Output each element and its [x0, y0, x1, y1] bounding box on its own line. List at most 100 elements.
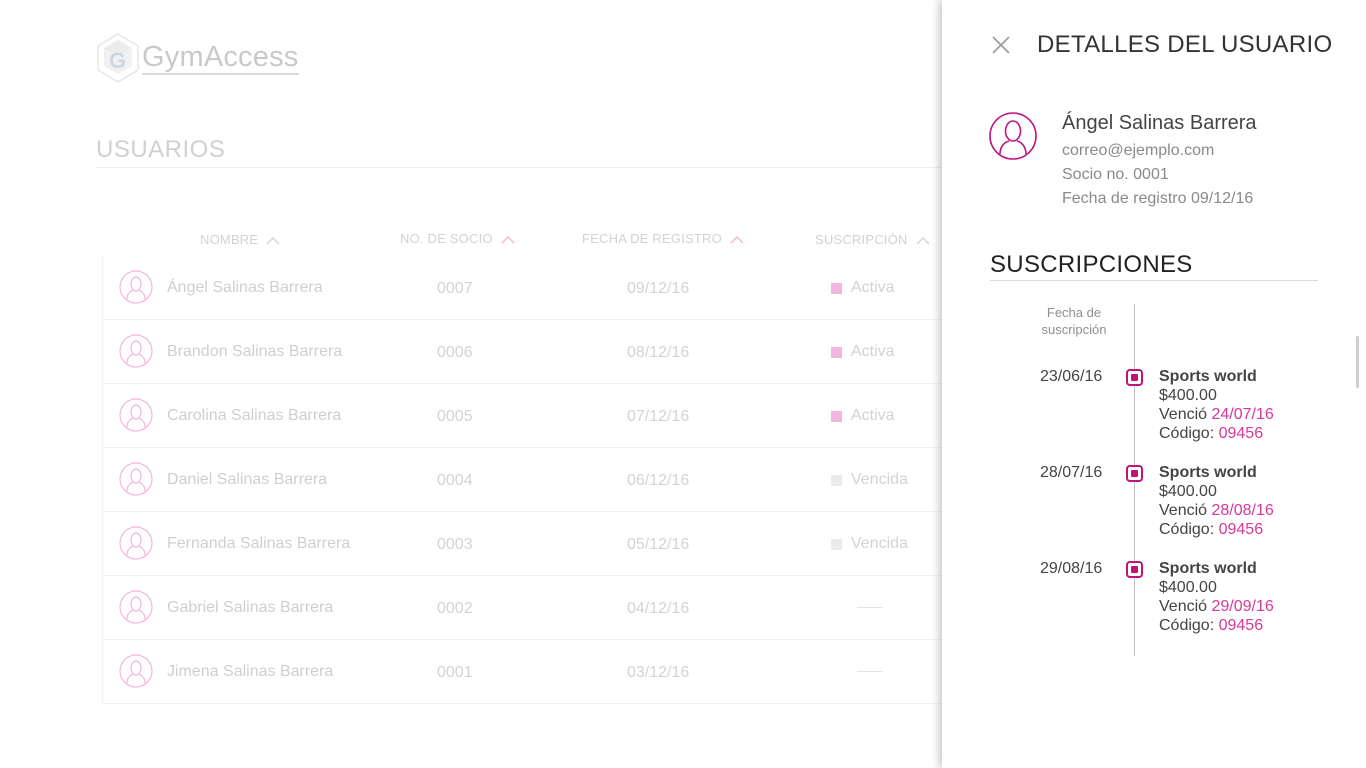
- logo-text: GymAccess: [142, 40, 299, 75]
- registration-date: 05/12/16: [627, 536, 690, 553]
- close-icon[interactable]: [990, 34, 1012, 56]
- status-square-icon: [831, 410, 842, 422]
- column-header-label: NO. DE SOCIO: [400, 231, 493, 246]
- expiry-label: Venció: [1159, 406, 1208, 423]
- expiry-date: 24/07/16: [1211, 406, 1274, 423]
- table-row[interactable]: Daniel Salinas Barrera 0004 06/12/16 Vencid…: [103, 448, 963, 512]
- logo[interactable]: G GymAccess: [96, 32, 299, 84]
- registration-date: 09/12/16: [627, 280, 690, 297]
- subscription-date: 29/08/16: [1040, 560, 1103, 577]
- subscriptions-title: SUSCRIPCIONES: [990, 251, 1193, 278]
- user-name: Ángel Salinas Barrera: [167, 279, 323, 296]
- registration-date: 08/12/16: [627, 344, 690, 361]
- table-row[interactable]: Carolina Salinas Barrera 0005 07/12/16 Acti…: [103, 384, 963, 448]
- status-label: Activa: [851, 407, 895, 424]
- status-square-icon: [831, 474, 842, 486]
- table-row[interactable]: Fernanda Salinas Barrera 0003 05/12/16 Venc…: [103, 512, 963, 576]
- table-row[interactable]: Brandon Salinas Barrera 0006 08/12/16 Activ…: [103, 320, 963, 384]
- timeline-marker-icon: [1126, 369, 1143, 386]
- user-avatar-icon: [119, 398, 153, 432]
- timeline-marker-icon: [1126, 561, 1143, 578]
- sort-ascending-icon: [266, 236, 280, 245]
- user-name: Gabriel Salinas Barrera: [167, 599, 334, 616]
- status-label: Activa: [851, 343, 895, 360]
- column-header-suscripcion[interactable]: SUSCRIPCIÓN: [815, 232, 930, 247]
- column-header-no-socio[interactable]: NO. DE SOCIO: [400, 231, 515, 246]
- registration-date: 04/12/16: [627, 600, 690, 617]
- table-row[interactable]: Ángel Salinas Barrera 0007 09/12/16 Activa: [103, 256, 963, 320]
- user-name: Carolina Salinas Barrera: [167, 407, 342, 424]
- app-root: G GymAccess USUARIOS NOMBRE NO. DE SOCIO…: [0, 0, 1366, 768]
- registration-date: 03/12/16: [627, 664, 690, 681]
- subscription-price: $400.00: [1159, 387, 1217, 404]
- timeline-header: Fecha de suscripción: [1034, 304, 1114, 338]
- drawer-title: DETALLES DEL USUARIO: [1037, 31, 1333, 58]
- code-line: Código: 09456: [1159, 617, 1263, 635]
- gym-name: Sports world: [1159, 464, 1257, 481]
- status-square-icon: [831, 282, 842, 294]
- column-header-fecha-registro[interactable]: FECHA DE REGISTRO: [582, 231, 744, 246]
- code-label: Código:: [1159, 521, 1215, 538]
- gym-name: Sports world: [1159, 368, 1257, 385]
- timeline-header-line: suscripción: [1041, 322, 1107, 337]
- scrollbar[interactable]: [1356, 336, 1359, 388]
- code-value: 09456: [1218, 617, 1264, 634]
- subscription-price: $400.00: [1159, 579, 1217, 596]
- column-header-label: SUSCRIPCIÓN: [815, 232, 908, 247]
- user-avatar-icon: [119, 270, 153, 304]
- member-number: 0006: [437, 344, 473, 361]
- subscription-date: 23/06/16: [1040, 368, 1103, 385]
- member-number: 0004: [437, 472, 473, 489]
- sort-ascending-icon: [730, 235, 744, 244]
- subscription-status: Activa: [831, 407, 895, 425]
- status-label: Vencida: [851, 471, 908, 488]
- subscription-entry: 23/06/16 Sports world $400.00 Venció 24/07/…: [942, 368, 1366, 448]
- subscription-entry: 29/08/16 Sports world $400.00 Venció 29/09/…: [942, 560, 1366, 640]
- sort-ascending-icon: [915, 236, 930, 245]
- subscription-status: Activa: [831, 279, 895, 297]
- expiry-date: 28/08/16: [1211, 502, 1274, 519]
- expiry-line: Venció 29/09/16: [1159, 598, 1274, 616]
- user-avatar-icon: [119, 654, 153, 688]
- expiry-line: Venció 28/08/16: [1159, 502, 1274, 520]
- code-label: Código:: [1159, 617, 1215, 634]
- table-row[interactable]: Gabriel Salinas Barrera 0002 04/12/16: [103, 576, 963, 640]
- user-avatar-icon: [119, 590, 153, 624]
- code-value: 09456: [1218, 521, 1264, 538]
- user-name: Brandon Salinas Barrera: [167, 343, 343, 360]
- user-details-drawer: DETALLES DEL USUARIO Ángel Salinas Barre…: [942, 0, 1366, 768]
- user-avatar-icon: [119, 526, 153, 560]
- subscription-price: $400.00: [1159, 483, 1217, 500]
- member-number: 0002: [437, 600, 473, 617]
- member-number: 0003: [437, 536, 473, 553]
- status-square-icon: [831, 538, 842, 550]
- expiry-line: Venció 24/07/16: [1159, 406, 1274, 424]
- user-avatar-icon: [119, 462, 153, 496]
- profile-name: Ángel Salinas Barrera: [1062, 112, 1257, 134]
- expiry-label: Venció: [1159, 502, 1208, 519]
- registration-date: 06/12/16: [627, 472, 690, 489]
- user-list: Ángel Salinas Barrera 0007 09/12/16 Activa B…: [103, 256, 963, 704]
- code-line: Código: 09456: [1159, 425, 1263, 443]
- timeline-header-line: Fecha de: [1046, 305, 1102, 320]
- subscription-status: Vencida: [831, 471, 908, 489]
- subscription-date: 28/07/16: [1040, 464, 1103, 481]
- member-number: 0007: [437, 280, 473, 297]
- table-row[interactable]: Jimena Salinas Barrera 0001 03/12/16: [103, 640, 963, 704]
- member-number: 0005: [437, 408, 473, 425]
- expiry-date: 29/09/16: [1211, 598, 1274, 615]
- page-title: USUARIOS: [96, 136, 226, 163]
- gymaccess-logo-icon: G: [97, 33, 139, 83]
- column-header-nombre[interactable]: NOMBRE: [200, 232, 280, 247]
- profile-member-number: Socio no. 0001: [1062, 166, 1169, 183]
- user-name: Fernanda Salinas Barrera: [167, 535, 351, 552]
- subscription-entry: 28/07/16 Sports world $400.00 Venció 28/08/…: [942, 464, 1366, 544]
- registration-date: 07/12/16: [627, 408, 690, 425]
- user-avatar-icon: [989, 112, 1037, 160]
- no-subscription-dash: [857, 671, 883, 672]
- code-label: Código:: [1159, 425, 1215, 442]
- no-subscription-dash: [857, 607, 883, 608]
- profile-email: correo@ejemplo.com: [1062, 142, 1215, 159]
- user-avatar-icon: [119, 334, 153, 368]
- subscription-status: Activa: [831, 343, 895, 361]
